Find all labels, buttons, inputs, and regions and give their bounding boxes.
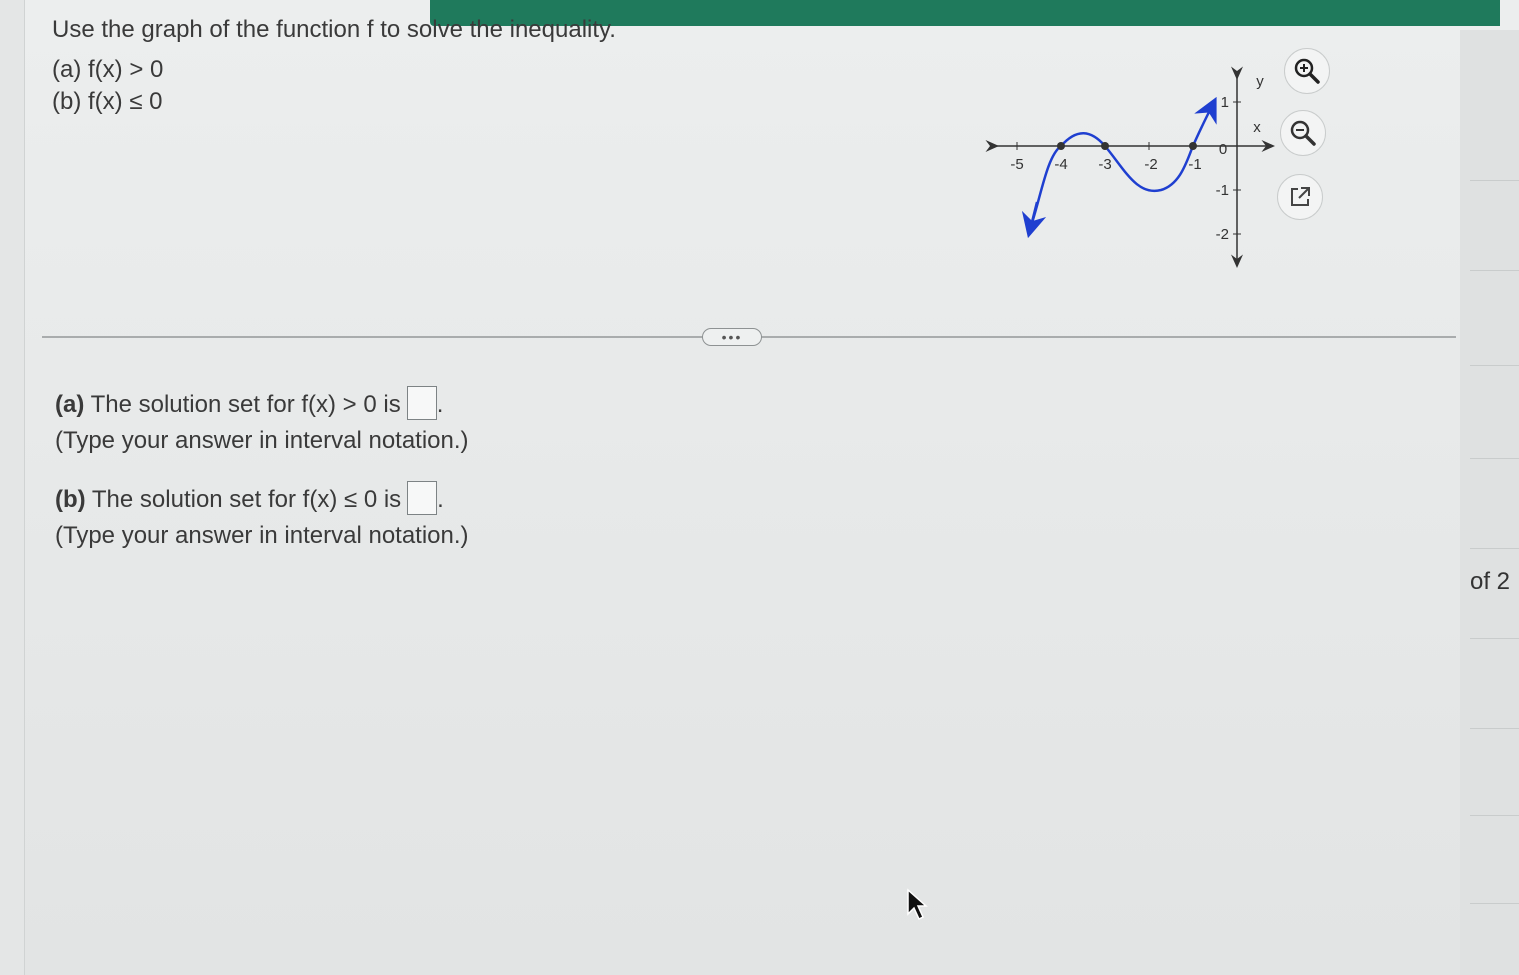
x-tick-label: -5	[1010, 156, 1023, 173]
y-tick-label: 1	[1221, 94, 1229, 111]
answer-a-line: (a) The solution set for f(x) > 0 is.	[55, 386, 469, 423]
function-curve-left-end	[1021, 201, 1047, 239]
external-link-icon	[1291, 187, 1310, 206]
left-rail	[0, 0, 25, 975]
answer-b-input[interactable]	[407, 481, 438, 515]
mouse-cursor-icon	[907, 888, 928, 921]
rail-divider	[1470, 903, 1519, 904]
rail-divider	[1470, 270, 1519, 271]
origin-label: 0	[1219, 141, 1227, 158]
question-prompt: Use the graph of the function f to solve…	[52, 16, 616, 43]
answer-a-input[interactable]	[406, 386, 437, 420]
answer-b-block: (b) The solution set for f(x) ≤ 0 is. (T…	[55, 481, 469, 554]
answer-a-text: The solution set for f(x) > 0 is	[90, 391, 401, 418]
function-graph: -5 -4 -3 -2 -1 0 1 -1 -2 x y	[985, 66, 1275, 268]
x-axis-label: x	[1253, 119, 1261, 136]
rail-divider	[1470, 638, 1519, 639]
question-part-b: (b) f(x) ≤ 0	[52, 88, 163, 115]
y-tick-label: -1	[1216, 182, 1229, 199]
right-rail	[1460, 30, 1519, 975]
question-part-a: (a) f(x) > 0	[52, 56, 164, 83]
zoom-in-icon	[1294, 58, 1320, 84]
expand-more-button[interactable]: •••	[702, 328, 762, 346]
open-external-button[interactable]	[1277, 174, 1323, 220]
answer-a-hint: (Type your answer in interval notation.)	[55, 427, 469, 454]
answer-b-hint: (Type your answer in interval notation.)	[55, 522, 469, 549]
rail-divider	[1470, 180, 1519, 181]
y-tick-label: -2	[1216, 226, 1229, 243]
question-block: Use the graph of the function f to solve…	[52, 14, 616, 118]
x-tick-label: -3	[1098, 156, 1111, 173]
page-count: of 2	[1470, 568, 1511, 595]
question-parts: (a) f(x) > 0 (b) f(x) ≤ 0	[52, 54, 616, 118]
zoom-out-button[interactable]	[1280, 110, 1326, 156]
page: of 2 Use the graph of the function f to …	[0, 0, 1519, 975]
zoom-out-icon	[1290, 120, 1316, 146]
zero-point	[1057, 142, 1065, 150]
rail-divider	[1470, 548, 1519, 549]
answer-b-line: (b) The solution set for f(x) ≤ 0 is.	[55, 481, 469, 518]
answer-a-block: (a) The solution set for f(x) > 0 is. (T…	[55, 386, 469, 459]
answer-b-text: The solution set for f(x) ≤ 0 is	[91, 486, 402, 513]
zero-point	[1189, 142, 1197, 150]
y-axis-label: y	[1256, 73, 1264, 90]
x-tick-label: -1	[1188, 156, 1201, 173]
rail-divider	[1470, 815, 1519, 816]
rail-divider	[1470, 728, 1519, 729]
answer-b-label: (b)	[55, 486, 86, 513]
x-tick-label: -4	[1054, 156, 1067, 173]
rail-divider	[1470, 458, 1519, 459]
x-tick-label: -2	[1144, 156, 1157, 173]
zero-point	[1101, 142, 1109, 150]
answer-a-label: (a)	[55, 391, 85, 418]
rail-divider	[1470, 365, 1519, 366]
zoom-in-button[interactable]	[1284, 48, 1330, 94]
